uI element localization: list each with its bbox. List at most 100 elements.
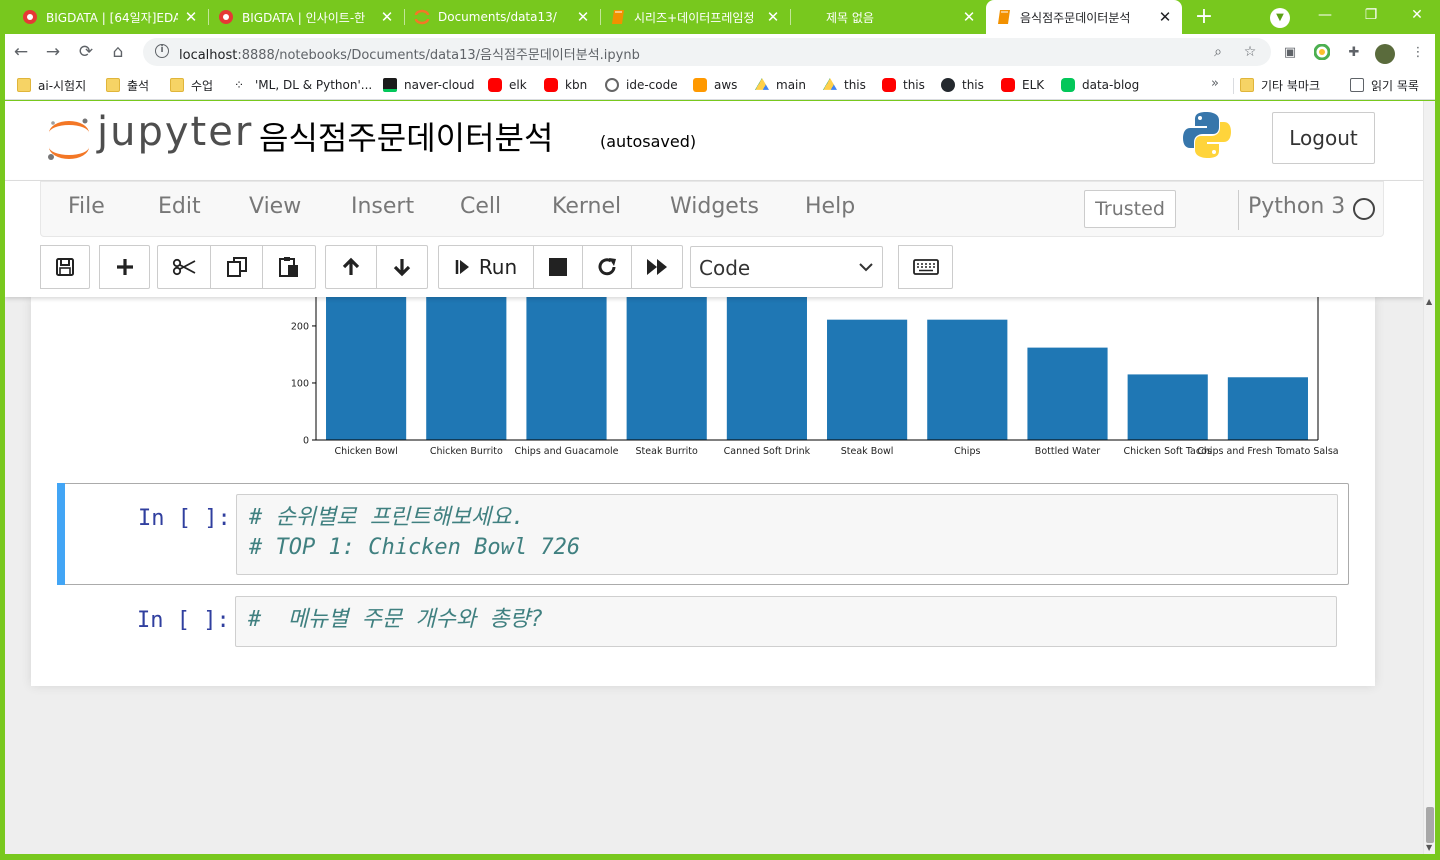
extension-icon[interactable] [1313,43,1331,62]
new-tab-button[interactable]: + [1192,4,1216,30]
menubar: File Edit View Insert Cell Kernel Widget… [40,181,1384,237]
bookmark-item[interactable]: this [882,76,925,94]
zoom-icon[interactable]: ⌕ [1209,43,1227,61]
menu-insert[interactable]: Insert [351,194,414,219]
browser-tab[interactable]: BIGDATA | [64일자]EDA ✕ [12,0,208,34]
kernel-name[interactable]: Python 3 [1248,194,1345,219]
menu-edit[interactable]: Edit [158,194,201,219]
bookmark-item[interactable]: data-blog [1061,76,1139,94]
bookmark-item[interactable]: main [755,76,806,94]
address-bar[interactable]: i localhost:8888/notebooks/Documents/dat… [143,38,1271,66]
close-icon[interactable]: ✕ [576,8,590,26]
browser-tab[interactable]: Documents/data13/ ✕ [404,0,600,34]
bookmark-item[interactable]: ide-code [605,76,678,94]
menu-file[interactable]: File [68,194,105,219]
menu-cell[interactable]: Cell [460,194,501,219]
command-palette-button[interactable] [898,245,953,289]
folder-icon [106,78,120,92]
menu-dots-icon[interactable]: ⋮ [1409,44,1427,62]
bookmark-item[interactable]: elk [488,76,527,94]
bookmark-item[interactable]: aws [693,76,737,94]
move-down-button[interactable] [376,245,428,289]
reading-list[interactable]: 읽기 목록 [1350,76,1419,94]
copy-button[interactable] [210,245,263,289]
paste-button[interactable] [262,245,316,289]
bar [626,297,707,440]
keyboard-group [898,245,953,289]
tab-search-icon[interactable]: ▼ [1270,8,1290,28]
info-icon[interactable]: i [155,44,169,58]
forward-icon[interactable]: → [41,41,65,63]
close-icon[interactable]: ✕ [1158,8,1172,26]
bookmark-item[interactable]: naver-cloud [383,76,474,94]
cut-button[interactable] [157,245,211,289]
bookmark-star-icon[interactable]: ☆ [1241,43,1259,61]
bookmark-item[interactable]: kbn [544,76,587,94]
red-circle-icon [22,9,38,25]
close-window-icon[interactable]: ✕ [1402,3,1432,27]
bookmark-item[interactable]: ⁘ 'ML, DL & Python'... [234,76,372,94]
scroll-down-icon[interactable]: ▼ [1426,843,1432,852]
notebook-title[interactable]: 음식점주문데이터분석 [259,113,553,159]
save-button[interactable] [40,245,90,289]
browser-tab[interactable]: BIGDATA | 인사이트-한 ✕ [208,0,404,34]
book-icon [996,9,1012,25]
run-button[interactable]: Run [438,245,534,289]
restore-icon[interactable]: ❐ [1356,3,1386,27]
red-circle-icon [218,9,234,25]
bookmark-item[interactable]: 출석 [106,76,149,94]
browser-tab[interactable]: 제목 없음 ✕ [790,0,986,34]
restart-icon [598,258,616,276]
browser-tab[interactable]: 시리즈+데이터프레임정 ✕ [600,0,790,34]
trusted-indicator[interactable]: Trusted [1084,190,1176,228]
bar [426,297,507,441]
save-group [40,245,90,289]
code-cell[interactable]: In [ ]: # 메뉴별 주문 개수와 총량? [57,595,1349,649]
reload-icon[interactable]: ⟳ [74,41,98,63]
close-icon[interactable]: ✕ [380,8,394,26]
minimize-icon[interactable]: — [1310,3,1340,27]
code-cell-selected[interactable]: In [ ]: # 순위별로 프린트해보세요. # TOP 1: Chicken… [57,483,1349,585]
close-icon[interactable]: ✕ [962,8,976,26]
close-icon[interactable]: ✕ [766,8,780,26]
scroll-up-icon[interactable]: ▲ [1426,297,1432,306]
menu-help[interactable]: Help [805,194,855,219]
menu-kernel[interactable]: Kernel [552,194,621,219]
cell-type-select[interactable]: Code [690,246,883,288]
restart-button[interactable] [582,245,632,289]
bookmark-item[interactable]: 수업 [170,76,213,94]
bookmarks-more-button[interactable]: » [1211,76,1219,91]
bookmark-item[interactable]: ELK [1001,76,1044,94]
blog-icon [1061,78,1075,92]
insert-cell-button[interactable] [99,245,150,289]
menu-view[interactable]: View [249,194,301,219]
bookmark-item[interactable]: this [823,76,866,94]
puzzle-icon[interactable]: ✚ [1345,44,1363,62]
jupyter-wordmark: jupyter [97,109,254,155]
jupyter-logo-icon[interactable] [45,113,93,165]
avatar[interactable] [1375,44,1395,64]
restart-run-all-button[interactable] [631,245,683,289]
move-up-button[interactable] [325,245,377,289]
back-icon[interactable]: ← [9,41,33,63]
scrollbar-thumb[interactable] [1426,807,1434,843]
home-icon[interactable]: ⌂ [106,41,130,63]
aws-icon [693,78,707,92]
bookmark-item[interactable]: this [941,76,984,94]
interrupt-button[interactable] [533,245,583,289]
extension-icon[interactable]: ▣ [1281,44,1299,62]
page-scrollbar[interactable]: ▲ ▼ [1423,101,1435,854]
logout-button[interactable]: Logout [1272,112,1375,164]
x-tick-label: Bottled Water [1035,446,1100,457]
menu-widgets[interactable]: Widgets [670,194,759,219]
browser-tab-active[interactable]: 음식점주문데이터분석 ✕ [986,0,1182,34]
y-tick-label: 100 [291,378,309,389]
code-input[interactable]: # 순위별로 프린트해보세요. # TOP 1: Chicken Bowl 72… [236,494,1338,575]
x-tick-label: Steak Burrito [636,446,698,457]
code-input[interactable]: # 메뉴별 주문 개수와 총량? [235,596,1337,647]
tab-title: 음식점주문데이터분석 [1020,10,1131,25]
bookmark-item[interactable]: ai-시험지 [17,76,86,94]
other-bookmarks[interactable]: 기타 북마크 [1240,76,1320,94]
close-icon[interactable]: ✕ [184,8,198,26]
folder-icon [170,78,184,92]
